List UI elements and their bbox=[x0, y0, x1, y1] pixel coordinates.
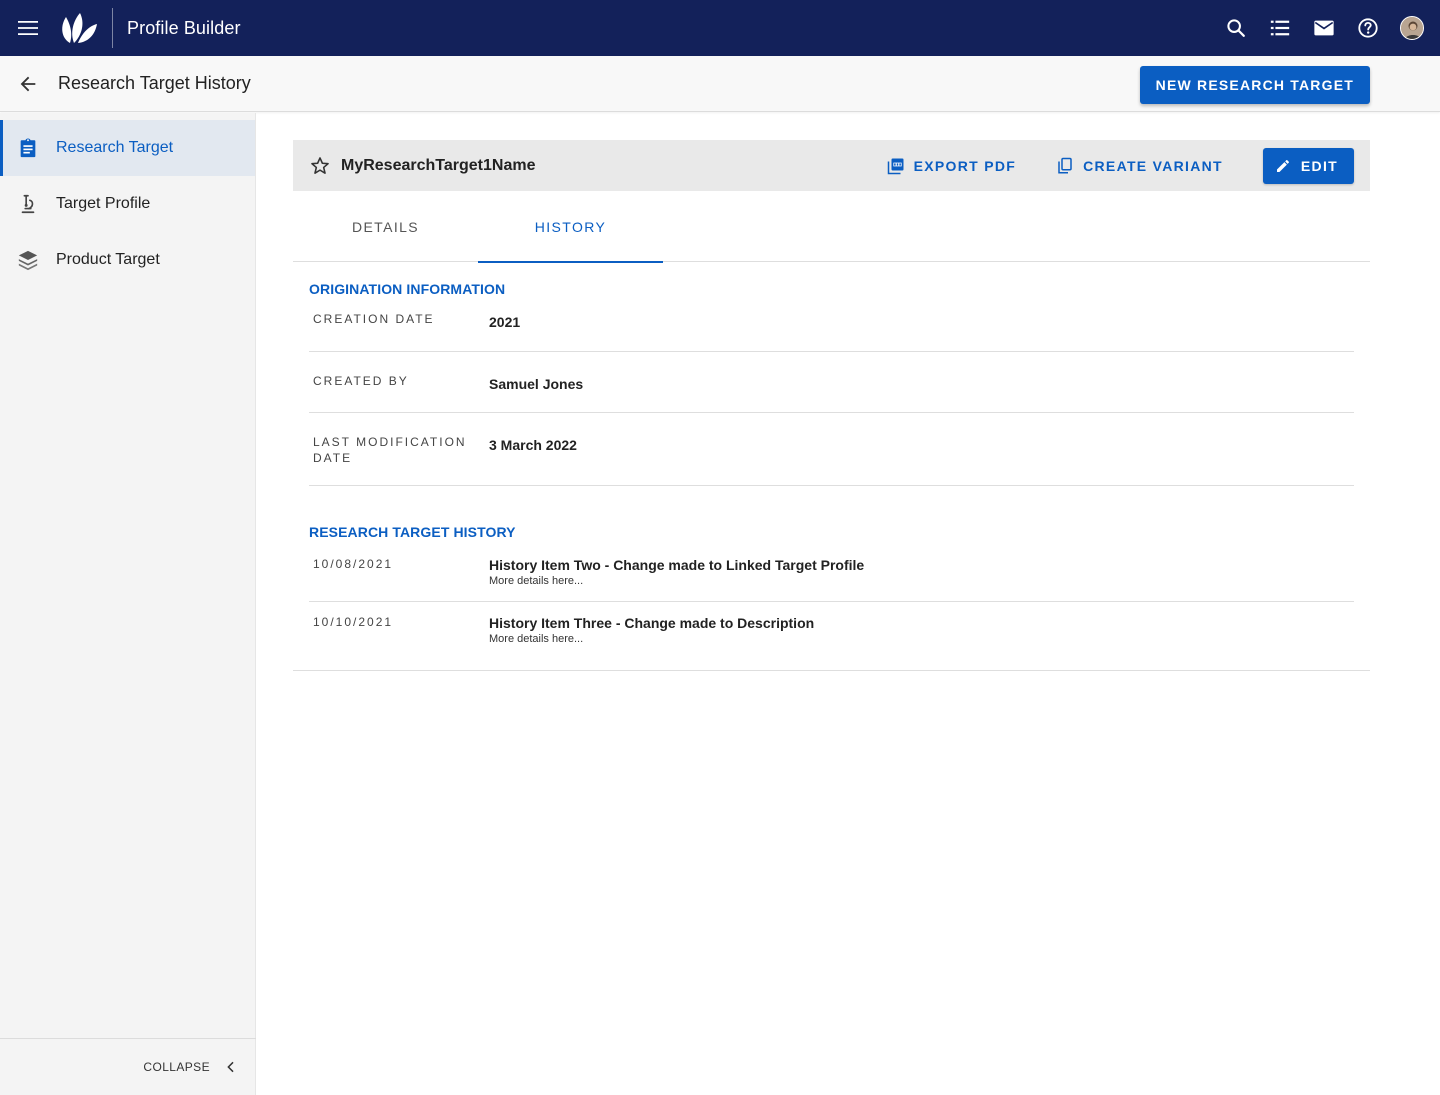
tab-history[interactable]: HISTORY bbox=[478, 191, 663, 263]
help-button[interactable] bbox=[1346, 0, 1390, 56]
microscope-icon bbox=[0, 193, 56, 215]
pdf-icon bbox=[887, 158, 904, 175]
export-pdf-label: EXPORT PDF bbox=[913, 158, 1017, 174]
origination-section: ORIGINATION INFORMATION CREATION DATE 20… bbox=[293, 281, 1370, 486]
history-item-details: More details here... bbox=[489, 575, 584, 587]
info-row: LAST MODIFICATION DATE 3 March 2022 bbox=[309, 413, 1354, 486]
history-row: 10/10/2021 History Item Three - Change m… bbox=[309, 602, 1354, 664]
collapse-button[interactable]: COLLAPSE bbox=[0, 1038, 256, 1095]
edit-label: EDIT bbox=[1300, 158, 1338, 174]
history-date: 10/10/2021 bbox=[313, 615, 394, 629]
record-toolbar: MyResearchTarget1Name EXPORT PDF CREATE … bbox=[293, 140, 1370, 191]
star-outline-icon bbox=[311, 156, 329, 174]
account-button[interactable] bbox=[1390, 0, 1434, 56]
origination-title: ORIGINATION INFORMATION bbox=[309, 281, 506, 297]
export-pdf-button[interactable]: EXPORT PDF bbox=[887, 157, 1016, 175]
layers-icon bbox=[0, 249, 56, 271]
search-icon bbox=[1227, 19, 1245, 37]
info-key: CREATED BY bbox=[313, 374, 409, 388]
menu-button[interactable] bbox=[0, 0, 56, 56]
sidebar-item-research-target[interactable]: Research Target bbox=[0, 120, 255, 176]
tab-bar: DETAILS HISTORY bbox=[293, 191, 1370, 263]
leaf-logo-icon[interactable] bbox=[58, 8, 98, 48]
collapse-label: COLLAPSE bbox=[143, 1060, 210, 1074]
sidebar-item-label: Target Profile bbox=[56, 195, 151, 212]
record-name: MyResearchTarget1Name bbox=[341, 156, 536, 174]
info-value: 2021 bbox=[489, 314, 521, 330]
sidebar-item-product-target[interactable]: Product Target bbox=[0, 232, 255, 288]
arrow-back-icon bbox=[20, 76, 36, 91]
avatar bbox=[1400, 16, 1424, 40]
info-value: 3 March 2022 bbox=[489, 437, 577, 453]
history-entry: History Item Two - Change made to Linked… bbox=[489, 556, 864, 601]
create-variant-label: CREATE VARIANT bbox=[1083, 158, 1223, 174]
chevron-left-icon bbox=[227, 1061, 234, 1073]
history-item-details: More details here... bbox=[489, 633, 584, 645]
clipboard-icon bbox=[0, 137, 56, 159]
info-key: CREATION DATE bbox=[313, 312, 435, 326]
history-title: RESEARCH TARGET HISTORY bbox=[309, 524, 516, 540]
copy-icon bbox=[1058, 157, 1072, 174]
favorite-button[interactable] bbox=[299, 155, 341, 177]
history-row: 10/08/2021 History Item Two - Change mad… bbox=[309, 544, 1354, 602]
appbar-divider bbox=[112, 8, 113, 48]
info-row: CREATION DATE 2021 bbox=[309, 301, 1354, 352]
edit-button[interactable]: EDIT bbox=[1262, 148, 1354, 184]
appbar-actions bbox=[1214, 0, 1434, 56]
info-key: LAST MODIFICATION DATE bbox=[313, 435, 467, 465]
mail-button[interactable] bbox=[1302, 0, 1346, 56]
history-item-title: History Item Three - Change made to Desc… bbox=[489, 615, 815, 631]
mail-icon bbox=[1314, 20, 1334, 36]
app-title: Profile Builder bbox=[127, 17, 241, 38]
sidebar-item-label: Research Target bbox=[56, 139, 174, 156]
history-item-title: History Item Two - Change made to Linked… bbox=[489, 557, 865, 573]
info-value: Samuel Jones bbox=[489, 376, 584, 392]
sidebar: Research Target Target Profile Product T… bbox=[0, 113, 256, 1095]
page-header: Research Target History NEW RESEARCH TAR… bbox=[0, 56, 1440, 112]
new-research-target-button[interactable]: NEW RESEARCH TARGET bbox=[1139, 66, 1370, 104]
help-icon bbox=[1358, 18, 1378, 38]
history-date: 10/08/2021 bbox=[313, 557, 394, 571]
app-bar: Profile Builder bbox=[0, 0, 1440, 56]
record-actions: EXPORT PDF CREATE VARIANT EDIT bbox=[887, 148, 1354, 184]
create-variant-button[interactable]: CREATE VARIANT bbox=[1056, 157, 1223, 175]
list-icon bbox=[1270, 20, 1290, 36]
sidebar-item-label: Product Target bbox=[56, 251, 160, 268]
main-content: MyResearchTarget1Name EXPORT PDF CREATE … bbox=[293, 140, 1370, 671]
history-section: RESEARCH TARGET HISTORY 10/08/2021 Histo… bbox=[293, 524, 1370, 664]
page-title: Research Target History bbox=[58, 73, 251, 93]
info-row: CREATED BY Samuel Jones bbox=[309, 352, 1354, 413]
tab-details[interactable]: DETAILS bbox=[293, 191, 478, 262]
sidebar-item-target-profile[interactable]: Target Profile bbox=[0, 176, 255, 232]
history-entry: History Item Three - Change made to Desc… bbox=[489, 614, 814, 664]
search-button[interactable] bbox=[1214, 0, 1258, 56]
back-button[interactable] bbox=[0, 56, 56, 112]
list-button[interactable] bbox=[1258, 0, 1302, 56]
section-divider bbox=[293, 670, 1370, 671]
pencil-icon bbox=[1276, 160, 1289, 172]
menu-icon bbox=[18, 21, 38, 35]
